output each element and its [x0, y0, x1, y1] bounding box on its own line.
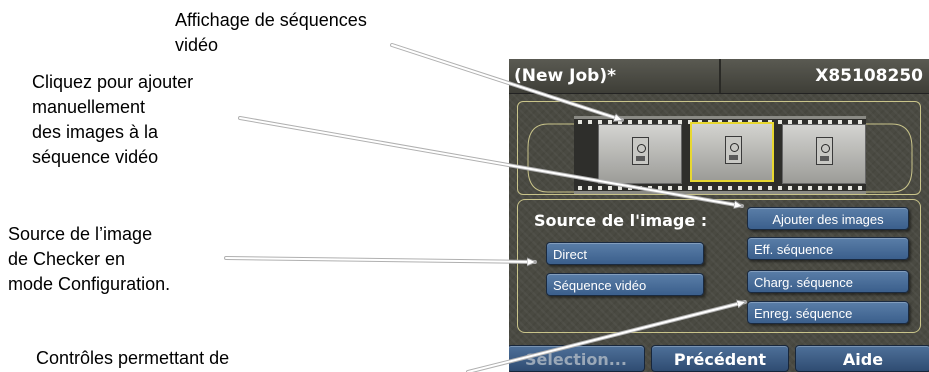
selection-button[interactable]: Sélection... — [509, 345, 645, 372]
callout-line: des images à la — [32, 122, 159, 142]
image-source-label: Source de l'image : — [534, 211, 708, 230]
label-tag-icon — [816, 137, 833, 165]
callout-controls: Contrôles permettant de — [36, 346, 229, 371]
save-sequence-button[interactable]: Enreg. séquence — [747, 301, 909, 324]
label-tag-icon — [632, 137, 649, 165]
callout-line: de Checker en — [8, 249, 126, 269]
documentation-figure: Affichage de séquences vidéo Cliquez pou… — [0, 0, 929, 372]
arrow-image-source — [224, 256, 537, 264]
help-button[interactable]: Aide — [795, 345, 929, 372]
title-bar: (New Job)* X85108250 — [509, 59, 929, 94]
callout-filmstrip: Affichage de séquences vidéo — [175, 8, 367, 58]
source-video-sequence-button[interactable]: Séquence vidéo — [546, 273, 704, 296]
checker-panel: (New Job)* X85108250 Source de l'image:… — [509, 59, 929, 372]
device-id: X85108250 — [815, 66, 923, 86]
filmstrip-frame-2[interactable] — [690, 122, 774, 182]
callout-line: séquence vidéo — [32, 147, 159, 167]
callout-line: vidéo — [175, 35, 219, 55]
callout-line: Source de l’image — [8, 224, 153, 244]
job-title: (New Job)* — [509, 59, 721, 93]
callout-line: Cliquez pour ajouter — [32, 72, 194, 92]
callout-line: mode Configuration. — [8, 274, 171, 294]
clear-sequence-button[interactable]: Eff. séquence — [747, 237, 909, 260]
label-tag-icon — [725, 136, 742, 164]
filmstrip-frame-1[interactable] — [598, 124, 682, 184]
previous-button[interactable]: Précédent — [651, 345, 789, 372]
add-images-button[interactable]: Ajouter des images — [747, 207, 909, 230]
callout-line: manuellement — [32, 97, 146, 117]
callout-image-source: Source de l’image de Checker en mode Con… — [8, 222, 170, 297]
source-direct-button[interactable]: Direct — [546, 242, 704, 265]
filmstrip — [517, 101, 921, 195]
load-sequence-button[interactable]: Charg. séquence — [747, 270, 909, 293]
callout-line: Contrôles permettant de — [36, 348, 230, 368]
callout-add-images: Cliquez pour ajouter manuellement des im… — [32, 70, 193, 170]
callout-line: Affichage de séquences — [175, 10, 367, 30]
filmstrip-frame-3[interactable] — [782, 124, 866, 184]
